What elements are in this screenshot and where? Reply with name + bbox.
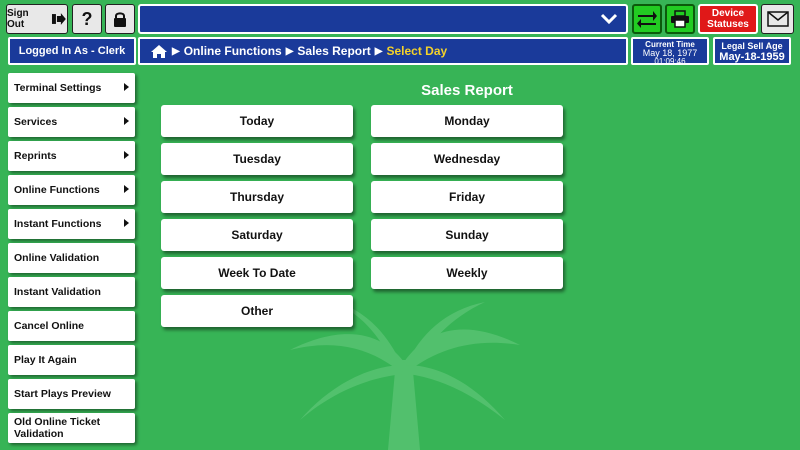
sign-out-button[interactable]: Sign Out — [6, 4, 68, 34]
lock-icon — [114, 12, 126, 27]
home-icon[interactable] — [150, 44, 168, 59]
current-time-panel: Current Time May 18, 1977 01:09:46 — [631, 37, 709, 66]
chevron-right-icon — [124, 151, 129, 159]
current-time: 01:09:46 — [654, 57, 686, 66]
logged-in-text: Logged In As - Clerk — [18, 45, 126, 57]
sidebar-item-online-functions[interactable]: Online Functions — [8, 175, 135, 205]
sidebar-item-label: Start Plays Preview — [14, 388, 111, 400]
sidebar-item-play-it-again[interactable]: Play It Again — [8, 345, 135, 375]
wednesday-button[interactable]: Wednesday — [371, 143, 563, 175]
sidebar-item-online-validation[interactable]: Online Validation — [8, 243, 135, 273]
saturday-button[interactable]: Saturday — [161, 219, 353, 251]
sunday-button[interactable]: Sunday — [371, 219, 563, 251]
today-button[interactable]: Today — [161, 105, 353, 137]
help-button[interactable]: ? — [72, 4, 102, 34]
chevron-right-icon — [124, 83, 129, 91]
print-button[interactable] — [665, 4, 695, 34]
chevron-right-icon — [124, 219, 129, 227]
sidebar-item-start-plays-preview[interactable]: Start Plays Preview — [8, 379, 135, 409]
sidebar-item-label: Reprints — [14, 150, 57, 162]
transfer-button[interactable] — [632, 4, 662, 34]
sidebar-item-services[interactable]: Services — [8, 107, 135, 137]
sidebar-item-label: Online Validation — [14, 252, 100, 264]
sidebar-item-instant-functions[interactable]: Instant Functions — [8, 209, 135, 239]
function-dropdown[interactable] — [138, 4, 628, 34]
help-label: ? — [81, 8, 93, 29]
breadcrumb-online-functions[interactable]: Online Functions — [184, 44, 282, 58]
sidebar-item-label: Online Functions — [14, 184, 100, 196]
sidebar-item-label: Old Online Ticket Validation — [14, 416, 101, 440]
sidebar-item-terminal-settings[interactable]: Terminal Settings — [8, 73, 135, 103]
transfer-arrows-icon — [637, 11, 657, 28]
chevron-right-icon — [124, 117, 129, 125]
other-button[interactable]: Other — [161, 295, 353, 327]
messages-button[interactable] — [761, 4, 794, 34]
page-title: Sales Report — [421, 82, 513, 99]
sign-out-icon — [52, 13, 67, 25]
weekly-button[interactable]: Weekly — [371, 257, 563, 289]
sidebar-item-cancel-online[interactable]: Cancel Online — [8, 311, 135, 341]
monday-button[interactable]: Monday — [371, 105, 563, 137]
lock-button[interactable] — [105, 4, 135, 34]
week-to-date-button[interactable]: Week To Date — [161, 257, 353, 289]
friday-button[interactable]: Friday — [371, 181, 563, 213]
thursday-button[interactable]: Thursday — [161, 181, 353, 213]
breadcrumb-sales-report[interactable]: Sales Report — [297, 44, 370, 58]
sidebar-item-label: Instant Functions — [14, 218, 102, 230]
chevron-right-icon — [124, 185, 129, 193]
sidebar-item-label: Cancel Online — [14, 320, 85, 332]
legal-sell-age-label: Legal Sell Age — [721, 41, 783, 51]
logged-in-indicator: Logged In As - Clerk — [8, 37, 136, 65]
sign-out-label: Sign Out — [7, 8, 29, 30]
sidebar-item-reprints[interactable]: Reprints — [8, 141, 135, 171]
breadcrumb-separator-icon: ▶ — [374, 45, 383, 57]
breadcrumb-current: Select Day — [386, 44, 448, 58]
sidebar-item-label: Instant Validation — [14, 286, 101, 298]
sidebar-item-label: Play It Again — [14, 354, 77, 366]
sidebar-item-label: Terminal Settings — [14, 82, 102, 94]
device-statuses-label: Device Statuses — [707, 8, 749, 30]
sidebar-item-instant-validation[interactable]: Instant Validation — [8, 277, 135, 307]
breadcrumb-separator-icon: ▶ — [285, 45, 294, 57]
printer-icon — [671, 10, 689, 28]
chevron-down-icon — [600, 13, 618, 25]
breadcrumb: ▶ Online Functions ▶ Sales Report ▶ Sele… — [138, 37, 628, 65]
envelope-icon — [766, 11, 789, 27]
legal-sell-age-value: May-18-1959 — [719, 51, 785, 63]
sidebar-item-label: Services — [14, 116, 58, 128]
legal-sell-age-panel: Legal Sell Age May-18-1959 — [713, 37, 791, 65]
sidebar-item-old-online-ticket-validation[interactable]: Old Online Ticket Validation — [8, 413, 135, 443]
tuesday-button[interactable]: Tuesday — [161, 143, 353, 175]
device-statuses-button[interactable]: Device Statuses — [698, 4, 758, 34]
breadcrumb-separator-icon: ▶ — [172, 45, 180, 57]
